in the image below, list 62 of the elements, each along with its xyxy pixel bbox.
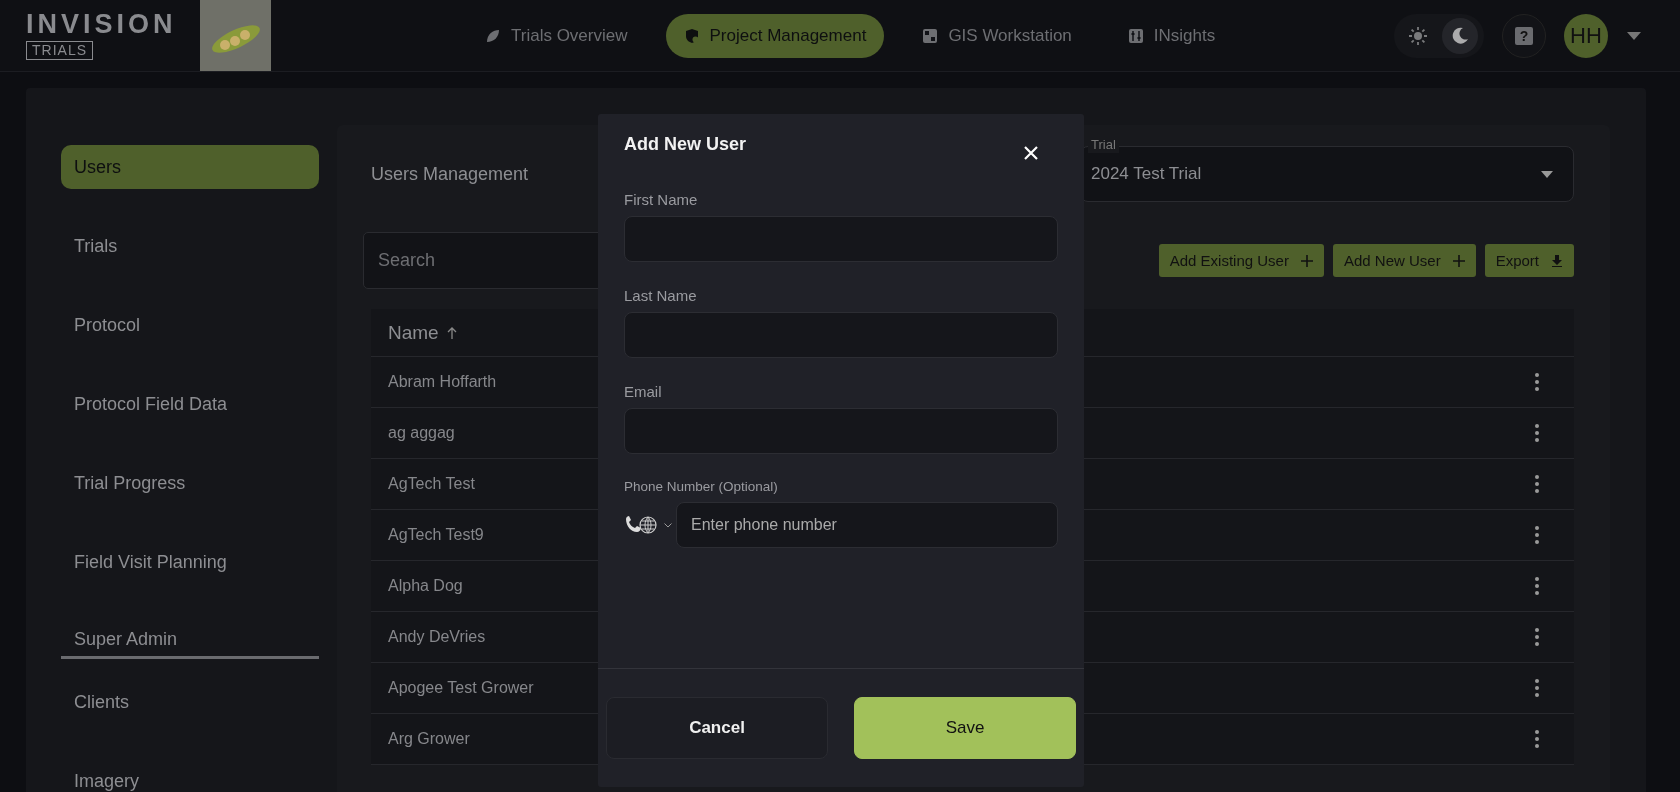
more-options-icon[interactable] [1534, 474, 1540, 494]
close-icon[interactable] [1024, 146, 1038, 160]
more-options-icon[interactable] [1534, 729, 1540, 749]
sidebar-item[interactable]: Imagery [61, 759, 319, 792]
column-header[interactable]: Name [388, 321, 457, 344]
field-label: First Name [624, 191, 699, 208]
more-options-icon[interactable] [1534, 678, 1540, 698]
sidebar-section-title: Super Admin [61, 629, 319, 659]
leaf-icon [485, 27, 501, 44]
grid-icon [922, 27, 939, 44]
plus-icon [1452, 254, 1465, 267]
nav-tab[interactable]: Project Management [665, 13, 885, 58]
cancel-button[interactable]: Cancel [606, 697, 828, 759]
sliders-icon [1127, 27, 1144, 44]
field-label: Last Name [624, 287, 698, 304]
logo-subtitle: TRIALS [26, 41, 93, 60]
sidebar-item[interactable]: Protocol Field Data [61, 382, 319, 426]
table-cell: Apogee Test Grower [388, 679, 534, 697]
input-field[interactable] [624, 216, 1058, 262]
chevron-down-icon [664, 522, 672, 528]
sidebar-item[interactable]: Trial Progress [61, 461, 319, 505]
plus-icon [1300, 254, 1313, 267]
input-field[interactable] [624, 408, 1058, 454]
dark-mode-button[interactable] [1442, 17, 1478, 54]
sidebar-item[interactable]: Field Visit Planning [61, 540, 319, 584]
nav-tab[interactable]: Trials Overview [467, 13, 646, 58]
sidebar-item[interactable]: Trials [61, 224, 319, 268]
more-options-icon[interactable] [1534, 627, 1540, 647]
sidebar-item[interactable]: Protocol [61, 303, 319, 347]
save-button[interactable]: Save [854, 697, 1076, 759]
table-cell: ag aggag [388, 424, 455, 442]
dialog-title: Add New User [624, 134, 747, 155]
table-cell: Alpha Dog [388, 577, 463, 595]
sun-icon [1408, 25, 1428, 46]
sidebar-item[interactable]: Clients [61, 680, 319, 724]
logo-wordmark: INVISION [26, 11, 178, 38]
help-button[interactable]: ? [1502, 13, 1546, 58]
more-options-icon[interactable] [1534, 525, 1540, 545]
more-options-icon[interactable] [1534, 423, 1540, 443]
input-field[interactable] [624, 312, 1058, 358]
field-label: Email [624, 383, 663, 400]
moon-icon [1450, 25, 1470, 46]
table-cell: AgTech Test [388, 475, 475, 493]
nav-tab[interactable]: GIS Workstation [904, 13, 1090, 58]
more-options-icon[interactable] [1534, 372, 1540, 392]
nav-tab[interactable]: INsights [1109, 13, 1234, 58]
table-cell: Abram Hoffarth [388, 373, 497, 391]
caret-down-icon[interactable] [1626, 30, 1642, 41]
photo-placeholder [200, 0, 271, 71]
table-cell: AgTech Test9 [388, 526, 484, 544]
shield-icon [683, 27, 700, 44]
sidebar-item[interactable]: Users [61, 145, 319, 189]
field-label: Phone Number (Optional) [624, 479, 779, 494]
more-options-icon[interactable] [1534, 576, 1540, 596]
download-icon [1551, 254, 1563, 267]
table-cell: Arg Grower [388, 730, 470, 748]
field-label: Trial [1088, 137, 1119, 153]
table-cell: Andy DeVries [388, 628, 486, 646]
phone-input[interactable]: Enter phone number [676, 502, 1058, 548]
caret-down-icon [1541, 170, 1553, 178]
theme-toggle[interactable] [1394, 13, 1484, 58]
panel-title: Users Management [371, 163, 529, 185]
